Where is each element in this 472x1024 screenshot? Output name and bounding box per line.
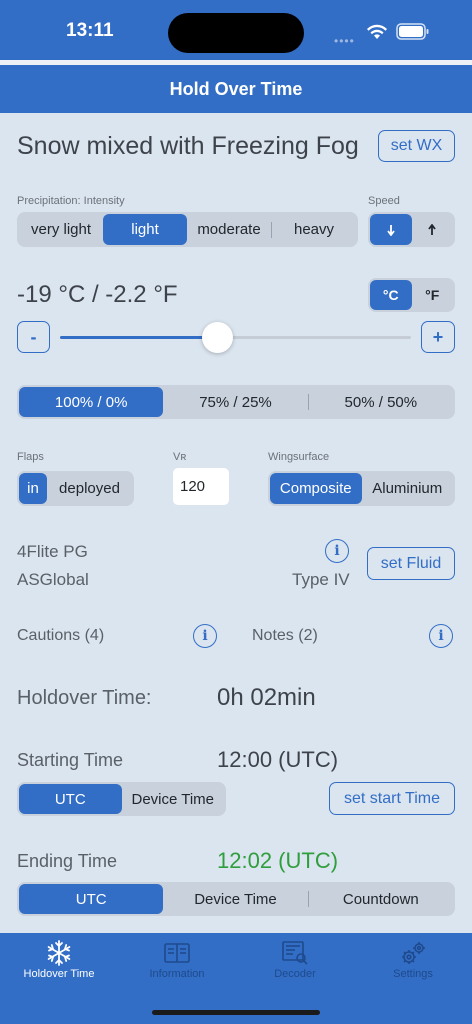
precip-option-very-light[interactable]: very light [19,214,103,245]
end-option-utc[interactable]: UTC [19,884,164,914]
temperature-minus-button[interactable]: - [17,321,50,353]
gears-icon [402,942,425,964]
starting-time-value: 12:00 (UTC) [217,747,339,772]
starting-time-zone-control: UTC Device Time [17,782,226,816]
fluid-mix-control: 100% / 0% 75% / 25% 50% / 50% [17,385,455,419]
weather-condition: Snow mixed with Freezing Fog [17,132,359,160]
precip-option-moderate[interactable]: moderate [187,214,271,245]
end-option-countdown[interactable]: Countdown [309,884,453,914]
wingsurface-label: Wingsurface [268,451,330,463]
arrow-up-icon [428,223,436,235]
unit-fahrenheit-option[interactable]: °F [412,280,454,310]
precip-option-light[interactable]: light [103,214,187,245]
notes-info-icon[interactable]: i [429,624,453,648]
wingsurface-control: Composite Aluminium [268,471,455,506]
tab-decoder[interactable]: Decoder [236,938,354,992]
mix-option-75-25[interactable]: 75% / 25% [163,387,307,417]
tab-label: Information [149,968,205,980]
ending-time-zone-control: UTC Device Time Countdown [17,882,455,916]
tab-holdover-time[interactable]: Holdover Time [0,938,118,992]
holdover-label: Holdover Time: [17,687,152,709]
wingsurface-option-aluminium[interactable]: Aluminium [362,473,454,504]
temperature-slider-knob[interactable] [202,322,234,353]
temperature-unit-control: °C °F [368,278,455,312]
page-title: Hold Over Time [0,65,472,113]
vr-input[interactable]: 120 [173,468,229,505]
tab-label: Decoder [274,968,316,980]
start-option-utc[interactable]: UTC [19,784,122,814]
speed-up-button[interactable] [412,214,454,245]
wifi-icon [367,24,387,39]
signal-icon: •••• [334,34,355,48]
unit-celsius-option[interactable]: °C [370,280,412,310]
fluid-type: Type IV [292,570,350,589]
wingsurface-option-composite[interactable]: Composite [270,473,362,504]
tab-label: Holdover Time [23,968,95,980]
set-start-time-button[interactable]: set start Time [329,782,455,815]
tab-information[interactable]: Information [118,938,236,992]
ending-time-value: 12:02 (UTC) [217,848,339,873]
set-wx-button[interactable]: set WX [378,130,455,162]
fluid-info-icon[interactable]: i [325,539,349,563]
document-search-icon [282,941,308,965]
tab-settings[interactable]: Settings [354,938,472,992]
speed-control [368,212,455,247]
precip-option-heavy[interactable]: heavy [272,214,356,245]
ending-time-label: Ending Time [17,851,118,871]
book-icon [164,943,190,963]
tab-label: Settings [393,968,433,980]
fluid-name: 4Flite PG [17,542,88,561]
flaps-option-deployed[interactable]: deployed [47,473,132,504]
flaps-option-in[interactable]: in [19,473,47,504]
precipitation-intensity-control: very light light moderate heavy [17,212,358,247]
set-fluid-button[interactable]: set Fluid [367,547,455,580]
mix-option-100-0[interactable]: 100% / 0% [19,387,164,417]
speed-down-button[interactable] [370,214,412,245]
starting-time-label: Starting Time [17,750,124,770]
arrow-down-icon [387,224,395,236]
holdover-value: 0h 02min [217,684,316,711]
cautions-info-icon[interactable]: i [193,624,217,648]
cautions-label: Cautions (4) [17,627,105,644]
vr-label: Vʀ [173,451,187,463]
start-option-device-time[interactable]: Device Time [122,784,225,814]
status-time: 13:11 [66,20,114,41]
flaps-control: in deployed [17,471,134,506]
end-option-device-time[interactable]: Device Time [163,884,307,914]
temperature-plus-button[interactable]: + [421,321,455,353]
flaps-label: Flaps [17,451,44,463]
temperature-display: -19 °C / -2.2 °F [17,281,178,308]
fluid-manufacturer: ASGlobal [17,570,89,589]
snowflake-icon [47,940,71,966]
home-indicator [152,1010,320,1015]
dynamic-island [168,13,304,53]
temperature-slider-fill [60,336,218,339]
notes-label: Notes (2) [252,627,318,644]
speed-label: Speed [368,195,400,207]
mix-option-50-50[interactable]: 50% / 50% [309,387,453,417]
battery-icon [396,23,429,40]
precipitation-label: Precipitation: Intensity [17,195,125,207]
